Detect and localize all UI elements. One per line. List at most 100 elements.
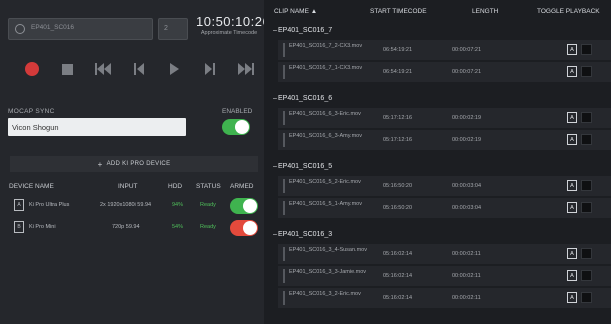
toggle-playback-a[interactable]: A (567, 292, 577, 303)
device-hdd: 94% (172, 202, 184, 208)
clip-marker (283, 65, 285, 79)
mocap-sync-input[interactable]: Vicon Shogun (8, 118, 186, 136)
toggle-playback-a[interactable]: A (567, 134, 577, 145)
clip-row[interactable]: EP401_SC016_3_2-Eric.mov 05:16:02:14 00:… (278, 288, 611, 308)
skip-back-button[interactable] (85, 54, 121, 84)
toggle-playback-a[interactable]: A (567, 248, 577, 259)
toggle-playback-b[interactable] (581, 292, 592, 303)
toggle-playback-a[interactable]: A (567, 180, 577, 191)
clip-row[interactable]: EP401_SC016_3_4-Susan.mov 05:16:02:14 00… (278, 244, 611, 264)
control-panel: EP401_SC016 2 10:50:10:26 Approximate Ti… (0, 0, 270, 324)
clip-marker (283, 269, 285, 283)
device-b-icon: B (14, 221, 24, 233)
col-length[interactable]: LENGTH (472, 8, 498, 15)
toggle-playback-a[interactable]: A (567, 44, 577, 55)
clip-group-header[interactable]: – EP401_SC016_3 (264, 228, 611, 242)
record-button[interactable] (14, 54, 50, 84)
clip-length: 00:00:02:11 (452, 251, 481, 257)
device-row[interactable]: B Ki Pro Mini 720p 59.94 54% Ready (0, 218, 264, 238)
col-start-timecode[interactable]: START TIMECODE (370, 8, 427, 15)
play-icon (170, 63, 180, 75)
toggle-playback-b[interactable] (581, 134, 592, 145)
step-forward-icon (205, 63, 216, 75)
toggle-playback-a[interactable]: A (567, 202, 577, 213)
col-status: STATUS (196, 183, 221, 190)
device-status: Ready (200, 224, 216, 230)
clip-start-timecode: 06:54:19:21 (383, 69, 413, 75)
transport-controls (0, 52, 264, 86)
armed-toggle[interactable] (230, 220, 258, 236)
toggle-playback-b[interactable] (581, 248, 592, 259)
toggle-playback-b[interactable] (581, 180, 592, 191)
take-number-input[interactable]: 2 (158, 18, 188, 40)
take-name-input[interactable]: EP401_SC016 (8, 18, 153, 40)
clip-row[interactable]: EP401_SC016_7_1-CX3.mov 06:54:19:21 00:0… (278, 62, 611, 82)
toggle-playback-a[interactable]: A (567, 112, 577, 123)
clip-row[interactable]: EP401_SC016_6_3-Eric.mov 05:17:12:16 00:… (278, 108, 611, 128)
clip-name: EP401_SC016_3_2-Eric.mov (289, 291, 361, 297)
toggle-playback-b[interactable] (581, 66, 592, 77)
toggle-playback-a[interactable]: A (567, 66, 577, 77)
device-name: Ki Pro Mini (29, 224, 56, 230)
clip-row[interactable]: EP401_SC016_5_1-Amy.mov 05:16:50:20 00:0… (278, 198, 611, 218)
clip-group-header[interactable]: – EP401_SC016_5 (264, 160, 611, 174)
stop-button[interactable] (50, 54, 86, 84)
armed-toggle[interactable] (230, 198, 258, 214)
clip-length: 00:00:02:11 (452, 273, 481, 279)
device-a-icon: A (14, 199, 24, 211)
col-clip-name[interactable]: CLIP NAME ▲ (274, 8, 317, 15)
skip-forward-button[interactable] (228, 54, 264, 84)
clip-row[interactable]: EP401_SC016_7_2-CX3.mov 06:54:19:21 00:0… (278, 40, 611, 60)
clip-group-header[interactable]: – EP401_SC016_6 (264, 92, 611, 106)
step-forward-button[interactable] (193, 54, 229, 84)
clip-marker (283, 247, 285, 261)
clip-name: EP401_SC016_7_1-CX3.mov (289, 65, 363, 71)
clip-group-header[interactable]: – EP401_SC016_7 (264, 24, 611, 38)
device-row[interactable]: A Ki Pro Ultra Plus 2x 1920x1080i 59.94 … (0, 196, 264, 216)
clip-row[interactable]: EP401_SC016_5_2-Eric.mov 05:16:50:20 00:… (278, 176, 611, 196)
record-icon (24, 62, 39, 76)
skip-back-icon (95, 63, 112, 75)
clip-group-name: EP401_SC016_6 (278, 95, 333, 102)
collapse-icon: – (273, 27, 277, 34)
clip-name: EP401_SC016_5_2-Eric.mov (289, 179, 361, 185)
step-back-icon (134, 63, 145, 75)
clip-marker (283, 179, 285, 193)
play-button[interactable] (157, 54, 193, 84)
device-input: 720p 59.94 (112, 224, 140, 230)
device-name: Ki Pro Ultra Plus (29, 202, 70, 208)
mocap-enabled-toggle[interactable] (222, 119, 250, 135)
toggle-knob (243, 221, 257, 235)
toggle-playback-b[interactable] (581, 202, 592, 213)
col-toggle-playback: TOGGLE PLAYBACK (537, 8, 600, 15)
clip-marker (283, 201, 285, 215)
timecode-display: 10:50:10:26 Approximate Timecode (196, 14, 270, 36)
clip-name: EP401_SC016_5_1-Amy.mov (289, 201, 362, 207)
clip-length: 00:00:02:19 (452, 137, 482, 143)
toggle-knob (235, 120, 249, 134)
stop-icon (62, 63, 74, 75)
step-back-button[interactable] (121, 54, 157, 84)
toggle-playback-a[interactable]: A (567, 270, 577, 281)
clip-name: EP401_SC016_6_3-Amy.mov (289, 133, 362, 139)
toggle-playback-b[interactable] (581, 44, 592, 55)
clip-length: 00:00:02:11 (452, 295, 481, 301)
clip-start-timecode: 05:16:02:14 (383, 273, 413, 279)
take-name-value: EP401_SC016 (31, 24, 75, 31)
clip-length: 00:00:07:21 (452, 69, 482, 75)
device-input: 2x 1920x1080i 59.94 (100, 202, 152, 208)
clip-length: 00:00:03:04 (452, 183, 482, 189)
clip-row[interactable]: EP401_SC016_3_3-Jamie.mov 05:16:02:14 00… (278, 266, 611, 286)
clip-row[interactable]: EP401_SC016_6_3-Amy.mov 05:17:12:16 00:0… (278, 130, 611, 150)
toggle-playback-b[interactable] (581, 112, 592, 123)
col-input: INPUT (118, 183, 138, 190)
clip-marker (283, 291, 285, 305)
clip-group-name: EP401_SC016_7 (278, 27, 333, 34)
toggle-playback-b[interactable] (581, 270, 592, 281)
add-device-button[interactable]: + ADD KI PRO DEVICE (10, 156, 258, 172)
clip-group-name: EP401_SC016_3 (278, 231, 333, 238)
clip-marker (283, 133, 285, 147)
toggle-knob (243, 199, 257, 213)
enabled-label: ENABLED (222, 108, 253, 115)
col-hdd: HDD (168, 183, 183, 190)
